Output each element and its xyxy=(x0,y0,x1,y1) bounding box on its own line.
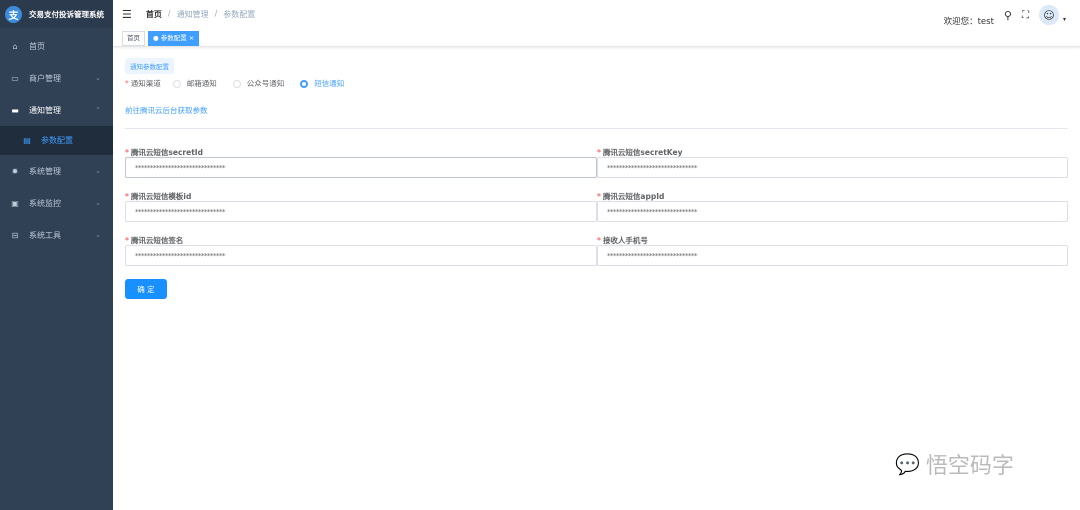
breadcrumb-notify: 通知管理 xyxy=(176,9,209,19)
radio-label: 短信通知 xyxy=(314,79,345,88)
app-logo[interactable]: 支交易支付投诉管理系统 xyxy=(0,0,113,28)
sign-name-input[interactable] xyxy=(125,245,597,266)
breadcrumb-separator: / xyxy=(214,8,218,18)
sidebar: 支交易支付投诉管理系统 ⌂ 首页 ▭ 商户管理 ⌄ ▬ 通知管理 ⌃ ▤ 参数配置 ✹ 系统管… xyxy=(0,0,113,510)
template-id-input[interactable] xyxy=(125,201,597,222)
caret-down-icon[interactable]: ▾ xyxy=(1063,16,1066,23)
dashboard-icon: ⌂ xyxy=(12,41,18,51)
sidebar-item-label: 通知管理 xyxy=(29,105,61,115)
field-label: 腾讯云短信appId xyxy=(602,192,665,201)
tag-param-config[interactable]: ● 参数配置 × xyxy=(148,31,200,46)
radio-circle[interactable] xyxy=(300,79,309,88)
channel-label: 通知渠道 xyxy=(130,79,161,88)
channel-radio-group: * 通知渠道 邮箱通知 公众号通知 短信通知 xyxy=(125,78,1068,89)
message-icon: ▬ xyxy=(11,105,19,115)
field-sign-name: * 腾讯云短信签名 xyxy=(125,235,597,266)
receiver-phone-input[interactable] xyxy=(597,245,1068,266)
radio-label: 邮箱通知 xyxy=(186,79,217,88)
avatar[interactable]: ☺ xyxy=(1038,5,1059,25)
chevron-up-icon: ⌃ xyxy=(95,106,101,114)
radio-label: 公众号通知 xyxy=(246,79,285,88)
sidebar-item-label: 参数配置 xyxy=(41,136,73,145)
field-receiver-phone: * 接收人手机号 xyxy=(597,235,1068,266)
sidebar-item-system[interactable]: ✹ 系统管理 ⌄ xyxy=(0,155,113,187)
monitor-icon: ▣ xyxy=(11,198,19,208)
sidebar-item-merchant[interactable]: ▭ 商户管理 ⌄ xyxy=(0,62,113,94)
fullscreen-icon[interactable]: ⛶ xyxy=(1022,10,1029,21)
sidebar-item-monitor[interactable]: ▣ 系统监控 ⌄ xyxy=(0,187,113,219)
sidebar-item-label: 系统管理 xyxy=(29,166,61,176)
toolbox-icon: ⊟ xyxy=(11,230,19,240)
merchant-icon: ▭ xyxy=(11,73,19,83)
field-app-id: * 腾讯云短信appId xyxy=(597,191,1068,222)
tag-home[interactable]: 首页 xyxy=(122,31,145,46)
sidebar-item-label: 商户管理 xyxy=(29,73,61,83)
tags-view: 首页 ● 参数配置 × xyxy=(113,30,1080,47)
chevron-down-icon: ⌄ xyxy=(95,199,101,207)
chevron-down-icon: ⌄ xyxy=(95,167,101,175)
sidebar-item-label: 首页 xyxy=(29,41,45,51)
field-label: 腾讯云短信模板id xyxy=(130,192,192,201)
radio-circle[interactable] xyxy=(172,79,181,88)
wechat-icon: 💬 xyxy=(895,452,920,476)
breadcrumb-current: 参数配置 xyxy=(223,9,256,19)
search-icon[interactable]: ⚲ xyxy=(1004,9,1012,22)
watermark: 💬 悟空码字 xyxy=(895,448,1014,480)
document-icon: ▤ xyxy=(23,136,31,145)
field-secret-id: * 腾讯云短信secretId xyxy=(125,147,597,178)
secret-key-input[interactable] xyxy=(597,157,1068,178)
logo-icon: 支 xyxy=(5,5,22,23)
breadcrumb-separator: / xyxy=(167,8,171,18)
field-secret-key: * 腾讯云短信secretKey xyxy=(597,147,1068,178)
breadcrumb-home[interactable]: 首页 xyxy=(146,9,162,20)
secret-id-input[interactable] xyxy=(125,157,597,178)
field-label: 腾讯云短信secretId xyxy=(130,148,203,157)
radio-wechat[interactable]: 公众号通知 xyxy=(232,78,285,89)
chevron-down-icon: ⌄ xyxy=(95,74,101,82)
navbar: ☰ 首页 / 通知管理 / 参数配置 欢迎您：test ⚲ ⛶ ☺ ▾ xyxy=(113,0,1080,28)
field-label: 腾讯云短信签名 xyxy=(130,236,184,245)
sidebar-item-param-config[interactable]: ▤ 参数配置 xyxy=(0,126,113,155)
app-id-input[interactable] xyxy=(597,201,1068,222)
sidebar-item-home[interactable]: ⌂ 首页 xyxy=(0,30,113,62)
gear-icon: ✹ xyxy=(11,166,19,176)
section-title: 通知参数配置 xyxy=(125,58,174,74)
radio-sms[interactable]: 短信通知 xyxy=(300,78,344,89)
divider xyxy=(125,128,1068,129)
chevron-down-icon: ⌄ xyxy=(95,231,101,239)
field-template-id: * 腾讯云短信模板id xyxy=(125,191,597,222)
required-mark: * xyxy=(125,79,129,88)
tencent-console-link[interactable]: 前往腾讯云后台获取参数 xyxy=(125,105,1068,116)
hamburger-icon[interactable]: ☰ xyxy=(122,8,132,21)
sidebar-item-label: 系统监控 xyxy=(29,198,61,208)
breadcrumb: 首页 / 通知管理 / 参数配置 xyxy=(146,9,255,20)
field-label: 接收人手机号 xyxy=(602,236,648,245)
watermark-text: 悟空码字 xyxy=(925,454,1014,479)
welcome-text: 欢迎您：test xyxy=(943,17,994,27)
config-form: 通知参数配置 * 通知渠道 邮箱通知 公众号通知 短信通知 前往腾讯云后台获取参数… xyxy=(125,58,1068,299)
submit-button[interactable]: 确 定 xyxy=(125,279,167,299)
sidebar-item-label: 系统工具 xyxy=(29,230,61,240)
sidebar-item-notify[interactable]: ▬ 通知管理 ⌃ xyxy=(0,94,113,126)
radio-email[interactable]: 邮箱通知 xyxy=(172,78,217,89)
field-label: 腾讯云短信secretKey xyxy=(602,148,683,157)
app-title: 交易支付投诉管理系统 xyxy=(29,9,104,19)
radio-circle[interactable] xyxy=(232,79,241,88)
sidebar-item-tools[interactable]: ⊟ 系统工具 ⌄ xyxy=(0,219,113,251)
